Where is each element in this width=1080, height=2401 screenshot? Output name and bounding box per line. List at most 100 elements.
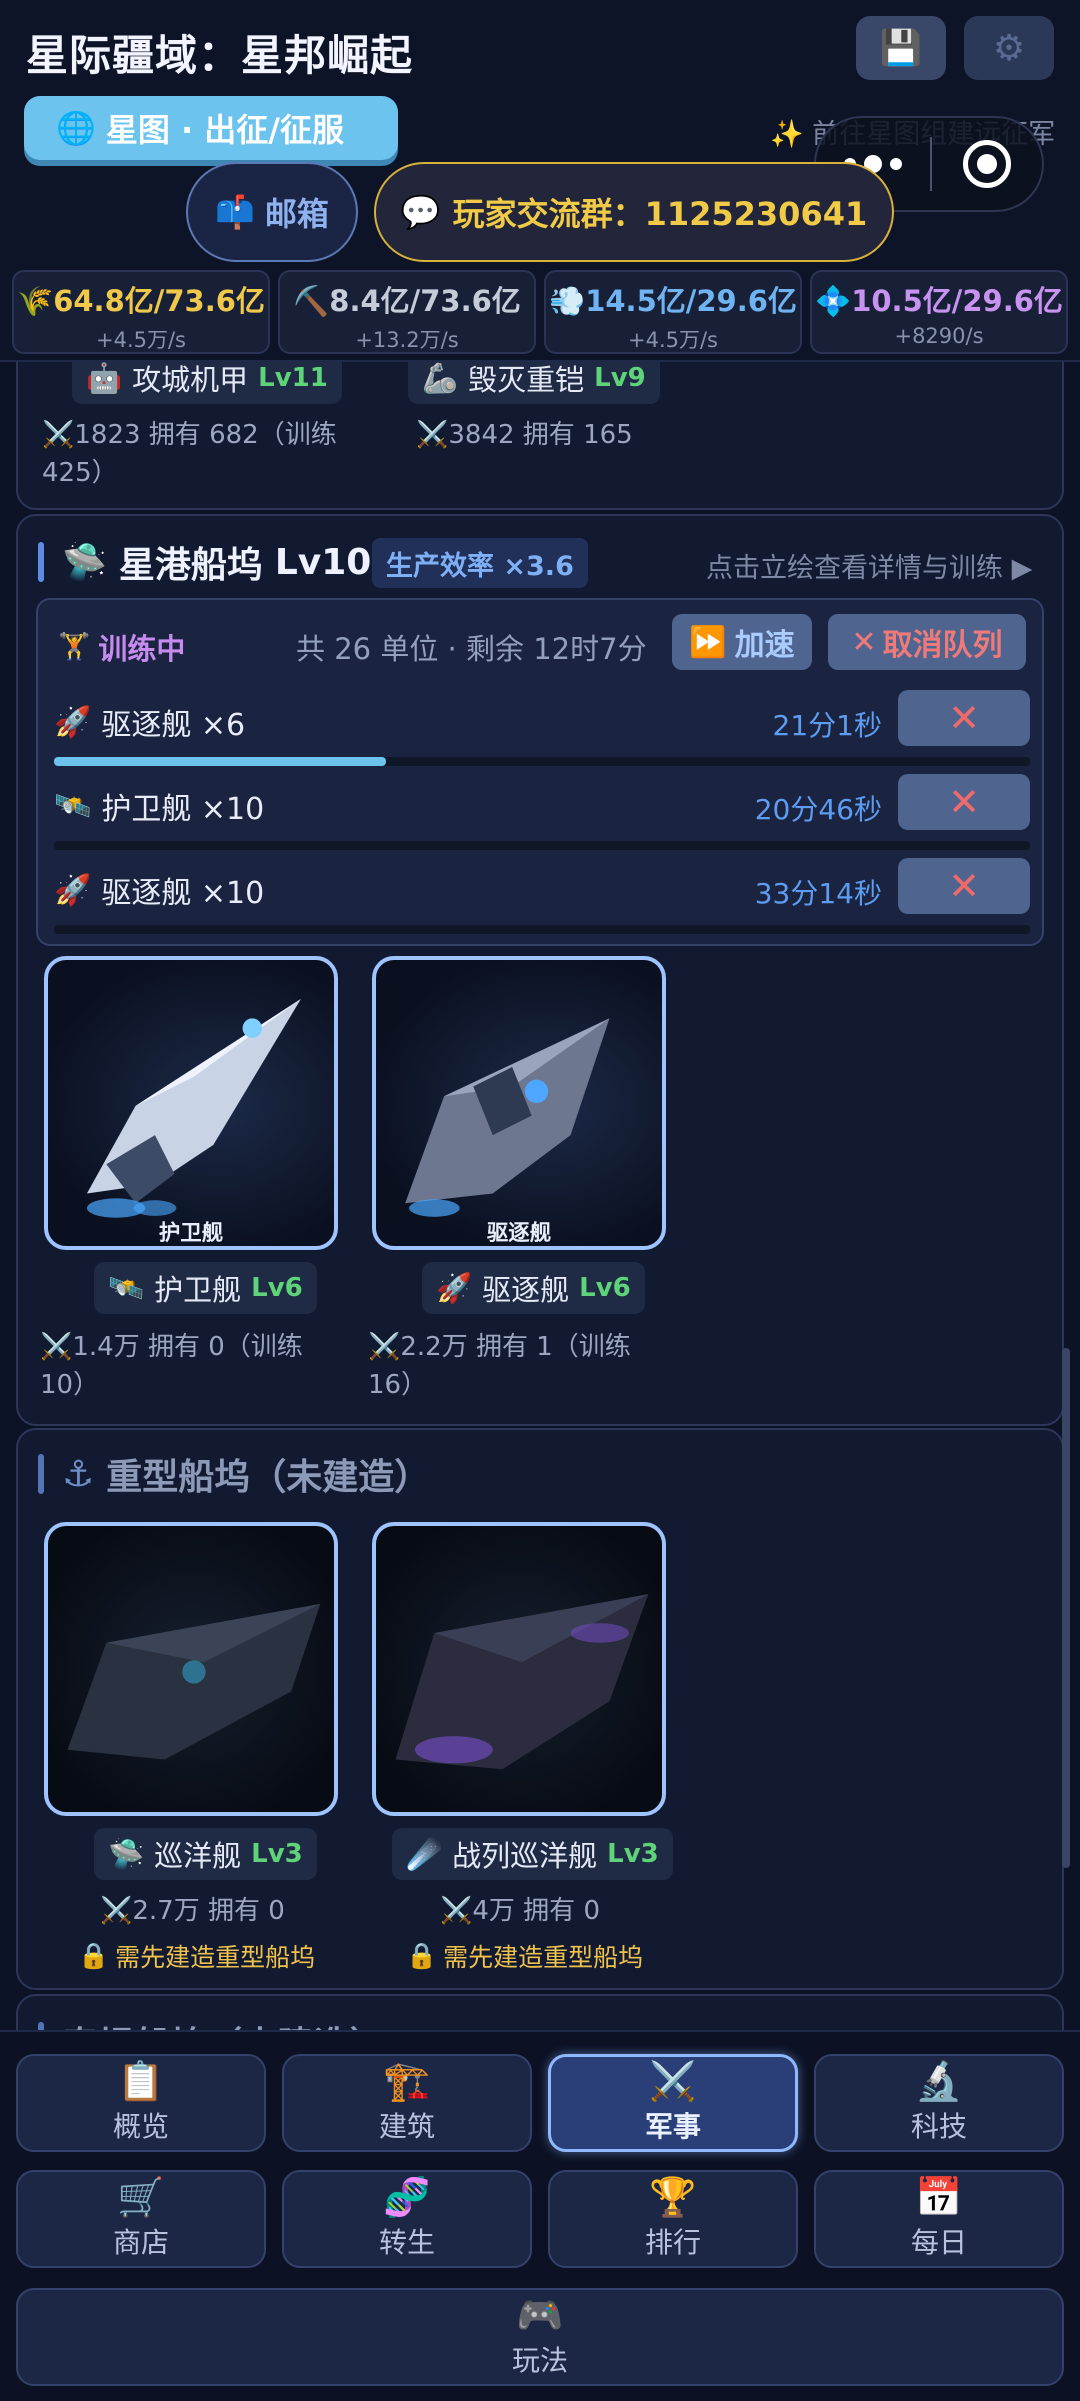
nav-label: 概览 [112,2110,169,2143]
queue-item-time: 21分1秒 [772,709,882,742]
wheat-icon: 🌾 [17,284,54,318]
destroyer-name-tag[interactable]: 🚀 驱逐舰 Lv6 [422,1262,645,1314]
resource-rate: +13.2万/s [355,328,459,352]
cancel-queue-label: 取消队列 [882,628,1003,663]
nav-label: 转生 [378,2226,435,2259]
nav-label: 科技 [910,2110,967,2143]
top-header: 星际疆域：星邦崛起 💾 ⚙ 🌐 星图 · 出征/征服 ✨ 前往星图组建远征军 📫… [0,0,1080,362]
trophy-icon: 🏆 [649,2175,697,2219]
ship-name: 驱逐舰 [482,1273,570,1307]
unit-stat: ⚔️1823 拥有 682（训练 425） [42,420,337,488]
close-miniprogram-button[interactable] [932,140,1042,188]
nav-label: 排行 [644,2226,701,2259]
crane-icon: 🏗️ [383,2059,431,2103]
gamepad-icon: 🎮 [516,2293,564,2337]
lock-text: 需先建造重型船坞 [443,1943,644,1972]
heavy-dock-title: ⚓ 重型船坞（未建造） [38,1448,430,1500]
lock-text: 需先建造重型船坞 [115,1943,316,1972]
microscope-icon: 🔬 [915,2059,963,2103]
satellite-icon: 🛰️ [108,1270,145,1305]
portrait-caption: 驱逐舰 [487,1220,551,1246]
anchor-icon: ⚓ [62,1453,95,1495]
remove-queue-item-button[interactable]: ✕ [898,690,1030,746]
mailbox-label: 邮箱 [264,195,329,233]
queue-item-time: 33分14秒 [754,877,882,910]
lock-icon: 🔒 [406,1941,438,1970]
remove-queue-item-button[interactable]: ✕ [898,858,1030,914]
ship-name: 巡洋舰 [154,1839,242,1873]
nav-rebirth[interactable]: 🧬 转生 [282,2170,532,2268]
nav-label: 军事 [644,2110,701,2143]
queue-item-name: 护卫舰 ×10 [101,792,265,827]
cruiser-name-tag[interactable]: 🛸 巡洋舰 Lv3 [94,1828,317,1880]
resource-food: 🌾64.8亿/73.6亿 +4.5万/s [12,270,270,354]
ship-stat: ⚔️2.2万 拥有 1（训练 16） [368,1332,631,1400]
nav-tech[interactable]: 🔬 科技 [814,2054,1064,2152]
escort-name-tag[interactable]: 🛰️ 护卫舰 Lv6 [94,1262,317,1314]
nav-gameplay[interactable]: 🎮 玩法 [16,2288,1064,2386]
nav-label: 玩法 [511,2344,568,2377]
crystal-icon: 💠 [815,284,852,318]
ship-name: 护卫舰 [154,1273,242,1307]
battlecruiser-portrait[interactable] [372,1522,666,1816]
resource-gas: 💨14.5亿/29.6亿 +4.5万/s [544,270,802,354]
trophy-small-icon: 🏋 [58,632,91,662]
calendar-icon: 📅 [915,2175,963,2219]
cross-icon: ✕ [851,624,877,660]
nav-buildings[interactable]: 🏗️ 建筑 [282,2054,532,2152]
queue-item-time: 20分46秒 [754,793,882,826]
queue-status: 🏋 训练中 [58,626,185,668]
unit-level: Lv9 [594,363,646,393]
lock-requirement: 🔒 需先建造重型船坞 [406,1938,643,1974]
dna-icon: 🧬 [383,2175,431,2219]
settings-button[interactable]: ⚙ [964,16,1054,80]
ufo-icon: 🛸 [62,542,107,583]
resource-value: 10.5亿/29.6亿 [851,284,1063,318]
nav-military[interactable]: ⚔️ 军事 [548,2054,798,2152]
queue-progress [54,841,1030,850]
comet-icon: ☄️ [406,1836,443,1871]
escort-ship-portrait[interactable]: 护卫舰 [44,956,338,1250]
unit-level: Lv11 [258,363,328,393]
rocket-icon: 🚀 [436,1270,473,1305]
destroyer-ship-art: 驱逐舰 [405,1018,610,1246]
queue-status-text: 训练中 [98,632,186,666]
resource-ore: ⛏️8.4亿/73.6亿 +13.2万/s [278,270,536,354]
nav-ranking[interactable]: 🏆 排行 [548,2170,798,2268]
nav-overview[interactable]: 📋 概览 [16,2054,266,2152]
cancel-queue-button[interactable]: ✕ 取消队列 [828,614,1026,670]
armor-arm-icon: 🦾 [422,360,459,395]
wind-icon: 💨 [549,284,586,318]
efficiency-badge: 生产效率 ×3.6 [372,538,588,588]
nav-shop[interactable]: 🛒 商店 [16,2170,266,2268]
robot-icon: 🤖 [86,360,123,395]
queue-progress [54,757,1030,766]
starmap-button[interactable]: 🌐 星图 · 出征/征服 [24,96,398,160]
resource-rate: +4.5万/s [95,328,186,352]
ship-name: 战列巡洋舰 [452,1839,598,1873]
resource-crystal: 💠10.5亿/29.6亿 +8290/s [810,270,1068,354]
remove-queue-item-button[interactable]: ✕ [898,774,1030,830]
globe-icon: 🌐 [56,109,96,147]
resource-rate: +4.5万/s [627,328,718,352]
resource-value: 64.8亿/73.6亿 [53,284,265,318]
training-queue: 🏋 训练中 共 26 单位 · 剩余 12时7分 ⏩ 加速 ✕ 取消队列 🚀 驱逐… [36,598,1044,946]
save-button[interactable]: 💾 [856,16,946,80]
swords-icon: ⚔️ [649,2059,697,2103]
battlecruiser-name-tag[interactable]: ☄️ 战列巡洋舰 Lv3 [392,1828,673,1880]
ship-level: Lv3 [607,1839,659,1869]
nav-daily[interactable]: 📅 每日 [814,2170,1064,2268]
unit-name: 毁灭重铠 [468,363,585,397]
mailbox-button[interactable]: 📫 邮箱 [186,162,358,262]
speed-up-button[interactable]: ⏩ 加速 [672,614,812,670]
ship-stat: ⚔️2.7万 拥有 0 [100,1896,285,1926]
starport-title: 🛸 星港船坞 Lv10 [38,536,371,588]
destroyer-ship-portrait[interactable]: 驱逐舰 [372,956,666,1250]
ship-level: Lv6 [251,1273,303,1303]
ufo-icon: 🛸 [108,1836,145,1871]
scrollbar[interactable] [1062,1348,1070,1868]
player-group-button[interactable]: 💬 玩家交流群：1125230641 [374,162,894,262]
queue-item: 🛰️ 护卫舰 ×10 20分46秒 ✕ [54,772,1030,854]
cruiser-portrait[interactable] [44,1522,338,1816]
bottom-nav: 📋 概览 🏗️ 建筑 ⚔️ 军事 🔬 科技 🛒 商店 🧬 转生 🏆 排行 📅 每… [0,2030,1080,2401]
